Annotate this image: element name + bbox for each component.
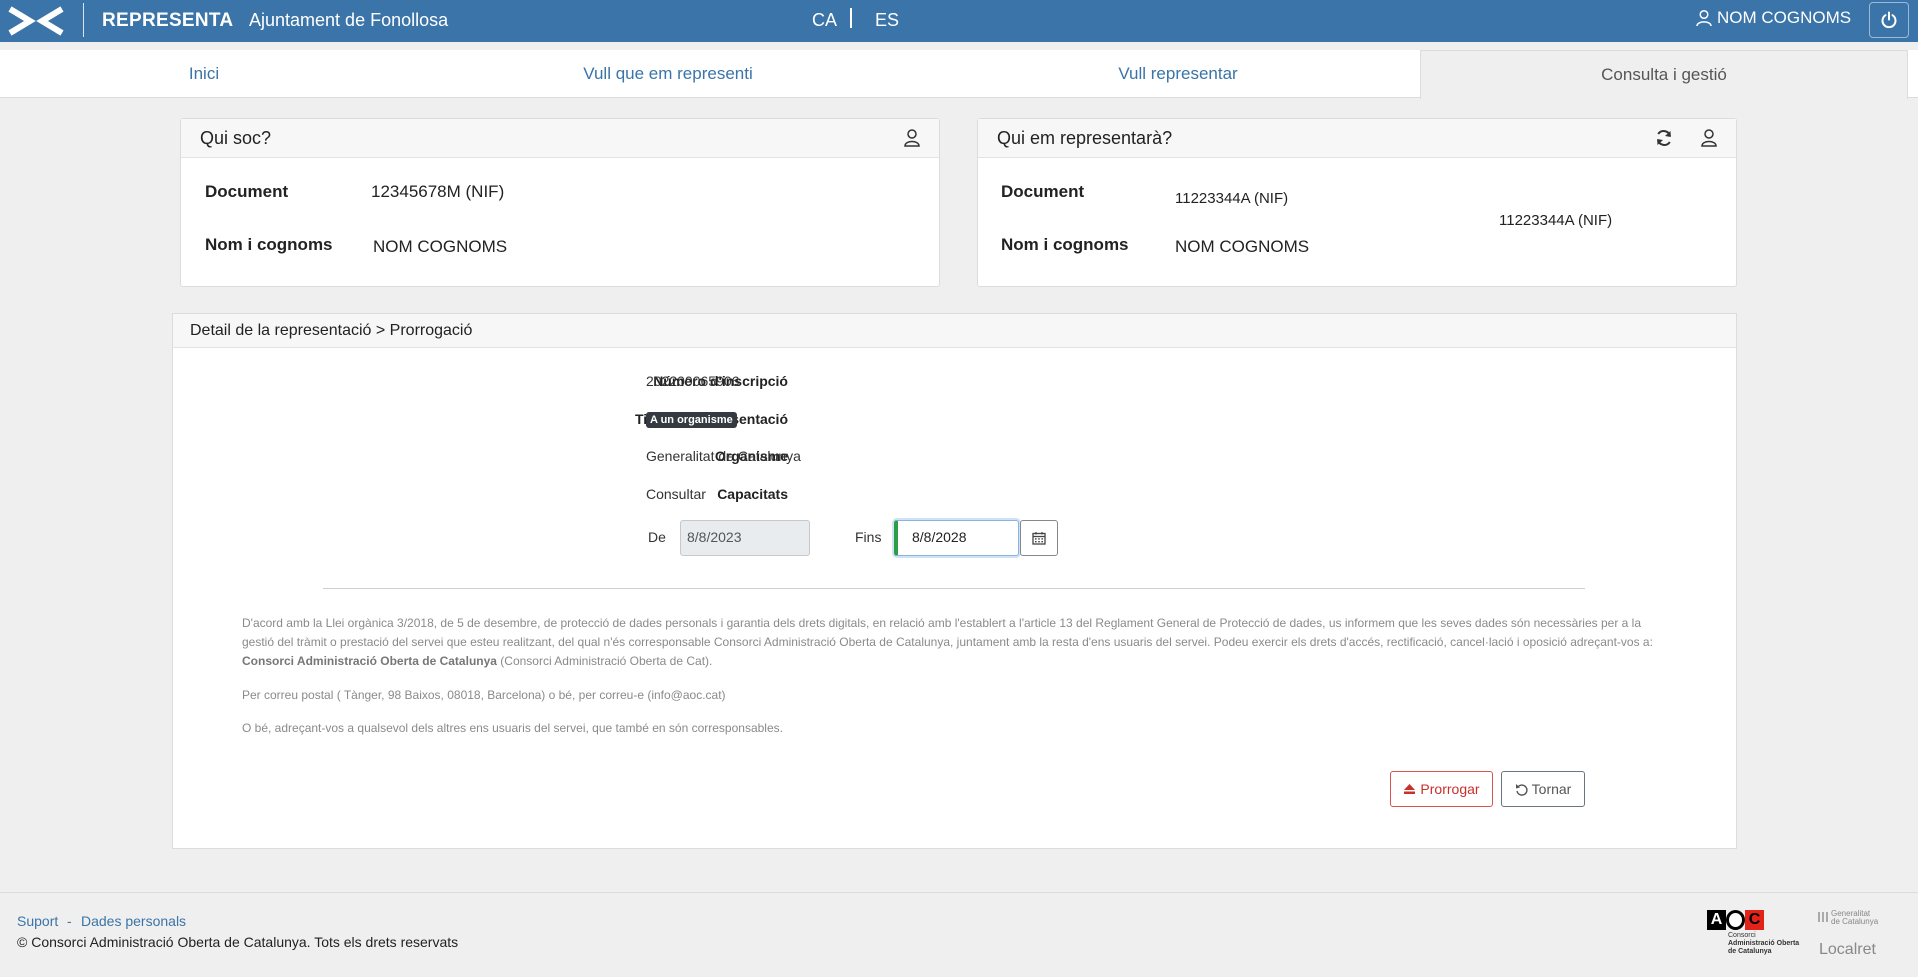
language-ca[interactable]: CA: [812, 10, 837, 31]
qui-em-representara-title: Qui em representarà?: [997, 128, 1173, 148]
dades-personals-link[interactable]: Dades personals: [81, 913, 186, 929]
fins-label: Fins: [855, 529, 882, 545]
legal-notice: D'acord amb la Llei orgànica 3/2018, de …: [242, 614, 1672, 671]
refresh-icon[interactable]: [1654, 128, 1674, 148]
document-value: 11223344A (NIF): [1175, 190, 1289, 207]
footer-separator: -: [67, 913, 72, 929]
name-value: NOM COGNOMS: [373, 237, 508, 256]
localret-logo[interactable]: Localret: [1819, 941, 1876, 959]
generalitat-logo[interactable]: Generalitat de Catalunya: [1818, 910, 1888, 930]
numero-inscripcio-value: 202200065906: [646, 373, 740, 389]
eject-icon: [1404, 784, 1416, 794]
aoc-logo-a-icon: A: [1707, 910, 1726, 930]
language-divider: [850, 8, 852, 28]
generalitat-emblem-icon: [1818, 912, 1828, 922]
document-label: Document: [1001, 182, 1085, 201]
user-icon[interactable]: [902, 128, 922, 148]
fins-date-input[interactable]: 8/8/2028: [894, 520, 1019, 556]
user-name: NOM COGNOMS: [1717, 8, 1852, 27]
qui-em-representara-header: Qui em representarà?: [978, 119, 1736, 158]
user-menu[interactable]: NOM COGNOMS: [1695, 8, 1851, 28]
legal-postal: Per correu postal ( Tànger, 98 Baixos, 0…: [242, 688, 726, 702]
detail-panel: Detail de la representació > Prorrogació…: [172, 313, 1737, 849]
de-label: De: [648, 529, 666, 545]
generalitat-line-2: de Catalunya: [1831, 917, 1879, 926]
generalitat-text: Generalitat de Catalunya: [1831, 910, 1878, 926]
name-value: NOM COGNOMS: [1175, 237, 1310, 256]
divider: [323, 588, 1585, 589]
legal-others: O bé, adreçant-vos a qualsevol dels altr…: [242, 721, 783, 735]
main-tabs: Inici Vull que em representi Vull repres…: [0, 50, 1918, 99]
representa-logo-icon[interactable]: [6, 4, 66, 38]
qui-soc-card: Qui soc? Document 12345678M (NIF) Nom i …: [180, 118, 940, 287]
undo-icon: [1515, 783, 1528, 796]
user-icon[interactable]: [1699, 128, 1719, 148]
legal-text: D'acord amb la Llei orgànica 3/2018, de …: [242, 616, 1653, 649]
legal-text-end: (Consorci Administració Oberta de Cat).: [496, 654, 713, 668]
aoc-logo-c-icon: C: [1745, 910, 1764, 930]
organization-name: Ajuntament de Fonollosa: [249, 10, 449, 30]
aoc-logo[interactable]: A C Consorci Administració Oberta de Cat…: [1707, 910, 1802, 966]
document-value: 12345678M (NIF): [371, 182, 505, 201]
footer: Suport - Dades personals © Consorci Admi…: [0, 892, 1918, 977]
tab-vull-representar[interactable]: Vull representar: [928, 50, 1428, 98]
language-es[interactable]: ES: [875, 10, 899, 31]
breadcrumb: Detail de la representació > Prorrogació: [190, 322, 473, 339]
tipus-badge: A un organisme: [646, 412, 737, 428]
aoc-logo-text: Consorci Administració Oberta de Catalun…: [1728, 932, 1799, 956]
tornar-button[interactable]: Tornar: [1501, 771, 1585, 807]
tab-inici[interactable]: Inici: [0, 50, 408, 98]
document-label: Document: [205, 182, 289, 201]
legal-entity: Consorci Administració Oberta de Catalun…: [242, 654, 497, 668]
aoc-logo-o-icon: [1726, 910, 1745, 930]
prorrogar-button[interactable]: Prorrogar: [1390, 771, 1493, 807]
capacitats-value: Consultar: [646, 486, 706, 502]
aoc-line-1: Consorci: [1728, 932, 1756, 939]
logout-button[interactable]: [1869, 2, 1909, 38]
power-icon: [1881, 11, 1897, 29]
aoc-line-2: Administració Oberta: [1728, 940, 1800, 947]
document-value-secondary: 11223344A (NIF): [1499, 212, 1613, 229]
user-icon: [1696, 9, 1712, 27]
calendar-button[interactable]: [1020, 520, 1058, 556]
tab-consulta-i-gestio[interactable]: Consulta i gestió: [1420, 50, 1908, 99]
qui-em-representara-card: Qui em representarà? Document 11223344A …: [977, 118, 1737, 287]
detail-header: Detail de la representació > Prorrogació: [173, 314, 1736, 348]
suport-link[interactable]: Suport: [17, 913, 58, 929]
aoc-line-3: de Catalunya: [1728, 948, 1772, 955]
tornar-label: Tornar: [1531, 781, 1572, 797]
de-date-input[interactable]: 8/8/2023: [680, 520, 810, 556]
name-label: Nom i cognoms: [205, 235, 333, 254]
prorrogar-label: Prorrogar: [1420, 781, 1480, 797]
tab-vull-que-em-representi[interactable]: Vull que em representi: [408, 50, 928, 98]
organisme-value: Generalitat de Catalunya: [646, 448, 801, 464]
qui-soc-header: Qui soc?: [181, 119, 939, 158]
top-bar: REPRESENTA Ajuntament de Fonollosa CA ES…: [0, 0, 1918, 42]
copyright: © Consorci Administració Oberta de Catal…: [17, 934, 459, 950]
qui-soc-title: Qui soc?: [200, 128, 272, 148]
logo-divider: [83, 3, 84, 37]
app-title[interactable]: REPRESENTA: [102, 10, 233, 32]
calendar-icon: [1032, 532, 1046, 545]
name-label: Nom i cognoms: [1001, 235, 1129, 254]
